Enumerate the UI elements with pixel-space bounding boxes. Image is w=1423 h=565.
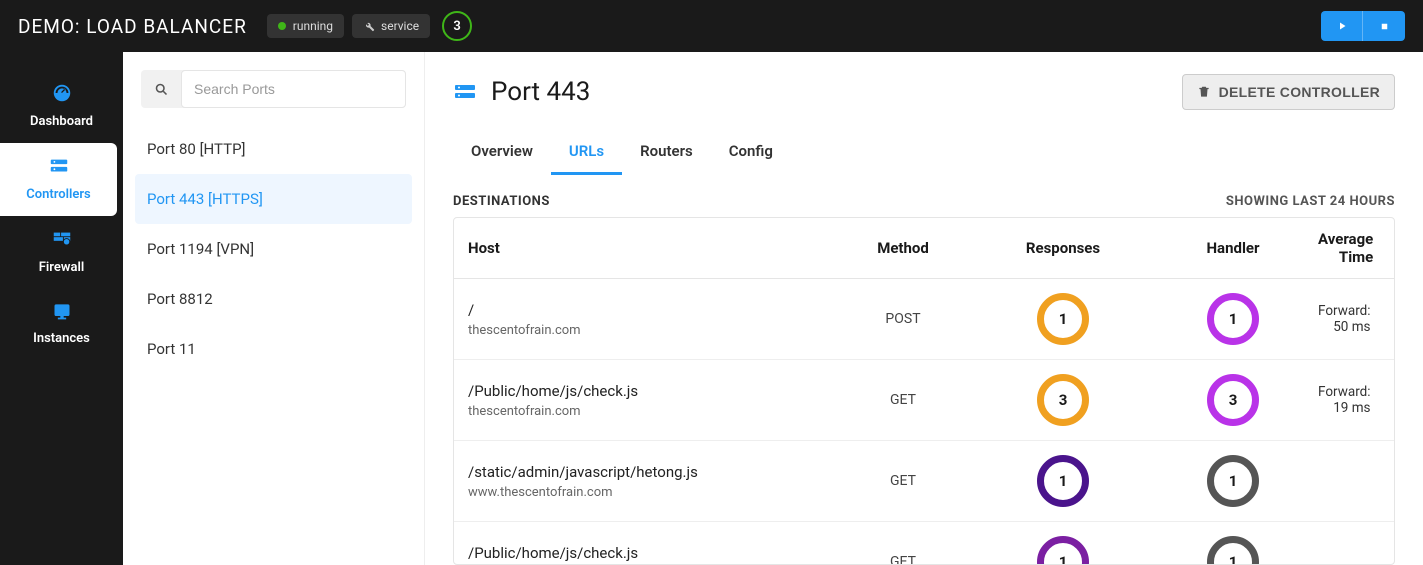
cell-method: GET — [828, 392, 978, 408]
service-badge[interactable]: service — [352, 14, 430, 38]
page-title-text: Port 443 — [491, 77, 590, 107]
cell-host: /Public/home/js/check.jswww.thescentofra… — [468, 544, 828, 565]
sidebar-item-label: Controllers — [26, 187, 90, 202]
responses-ring: 1 — [1037, 455, 1089, 507]
col-avg-time: Average Time — [1318, 230, 1383, 266]
play-icon — [1336, 20, 1348, 32]
cell-host: / thescentofrain.com — [468, 301, 828, 338]
dashboard-icon — [51, 82, 73, 108]
table-meta: DESTINATIONS SHOWING LAST 24 HOURS — [453, 194, 1395, 209]
main-panel: Port 443 DELETE CONTROLLER Overview URLs… — [425, 52, 1423, 565]
cell-host: /Public/home/js/check.js thescentofrain.c… — [468, 382, 828, 419]
port-item[interactable]: Port 1194 [VPN] — [135, 224, 412, 274]
server-icon — [453, 80, 477, 104]
app-title: DEMO: LOAD BALANCER — [18, 15, 247, 38]
controllers-icon — [48, 155, 70, 181]
main-header: Port 443 DELETE CONTROLLER — [453, 74, 1395, 110]
search-input[interactable] — [181, 70, 406, 108]
port-item[interactable]: Port 11 — [135, 324, 412, 374]
cell-avg-time: Forward: 19 ms — [1318, 384, 1381, 416]
request-path: /Public/home/js/check.js — [468, 544, 828, 562]
cell-handler: 1 — [1148, 455, 1318, 507]
tab-urls[interactable]: URLs — [551, 132, 622, 175]
port-item[interactable]: Port 80 [HTTP] — [135, 124, 412, 174]
cell-responses: 1 — [978, 455, 1148, 507]
app-header: DEMO: LOAD BALANCER running service 3 — [0, 0, 1423, 52]
request-path: /static/admin/javascript/hetong.js — [468, 463, 828, 481]
table-row[interactable]: /static/admin/javascript/hetong.js www.th… — [454, 441, 1394, 522]
status-label: running — [293, 19, 333, 33]
table-row[interactable]: /Public/home/js/check.jswww.thescentofra… — [454, 522, 1394, 565]
cell-handler: 1 — [1148, 293, 1318, 345]
delete-controller-label: DELETE CONTROLLER — [1219, 84, 1380, 100]
cell-handler: 3 — [1148, 374, 1318, 426]
table-row[interactable]: /Public/home/js/check.js thescentofrain.c… — [454, 360, 1394, 441]
cell-method: GET — [828, 554, 978, 565]
stop-icon — [1379, 21, 1390, 32]
handler-ring: 1 — [1207, 455, 1259, 507]
page-title: Port 443 — [453, 77, 590, 107]
service-label: service — [381, 19, 419, 33]
cell-method: POST — [828, 311, 978, 327]
col-handler: Handler — [1148, 239, 1318, 257]
play-button[interactable] — [1321, 11, 1363, 41]
cell-responses: 3 — [978, 374, 1148, 426]
instance-count: 3 — [453, 19, 460, 34]
sidebar-item-label: Firewall — [39, 260, 84, 275]
handler-ring: 1 — [1207, 536, 1259, 565]
search-ports — [141, 70, 406, 108]
stop-button[interactable] — [1363, 11, 1405, 41]
sidebar-item-label: Dashboard — [30, 114, 93, 129]
request-host: thescentofrain.com — [468, 323, 828, 338]
port-item[interactable]: Port 8812 — [135, 274, 412, 324]
tab-config[interactable]: Config — [711, 132, 791, 175]
sidebar-item-controllers[interactable]: Controllers — [0, 143, 117, 216]
time-window-label: SHOWING LAST 24 HOURS — [1226, 194, 1395, 209]
status-badge-running[interactable]: running — [267, 14, 344, 38]
instance-count-badge[interactable]: 3 — [442, 11, 472, 41]
search-icon — [141, 70, 181, 108]
cell-handler: 1 — [1148, 536, 1318, 565]
sidebar-item-dashboard[interactable]: Dashboard — [0, 70, 123, 143]
tab-overview[interactable]: Overview — [453, 132, 551, 175]
port-item[interactable]: Port 443 [HTTPS] — [135, 174, 412, 224]
status-dot-icon — [278, 22, 286, 30]
col-host: Host — [468, 239, 828, 257]
cell-avg-time: Forward: 50 ms — [1318, 303, 1381, 335]
cell-method: GET — [828, 473, 978, 489]
table-header: Host Method Responses Handler Average Ti… — [454, 218, 1394, 279]
cell-responses: 1 — [978, 293, 1148, 345]
sidebar-item-firewall[interactable]: Firewall — [0, 216, 123, 289]
trash-icon — [1197, 85, 1211, 99]
cell-host: /static/admin/javascript/hetong.js www.th… — [468, 463, 828, 500]
ports-panel: Port 80 [HTTP] Port 443 [HTTPS] Port 119… — [123, 52, 425, 565]
wrench-icon — [363, 20, 375, 32]
responses-ring: 1 — [1037, 293, 1089, 345]
port-list: Port 80 [HTTP] Port 443 [HTTPS] Port 119… — [135, 124, 412, 374]
handler-ring: 1 — [1207, 293, 1259, 345]
instances-icon — [52, 301, 72, 325]
firewall-icon — [51, 228, 73, 254]
request-host: www.thescentofrain.com — [468, 485, 828, 500]
table-row[interactable]: / thescentofrain.comPOST 1 1 Forward: 50 ms — [454, 279, 1394, 360]
tabs: Overview URLs Routers Config — [453, 132, 1395, 176]
tab-routers[interactable]: Routers — [622, 132, 711, 175]
section-label: DESTINATIONS — [453, 194, 550, 209]
cell-responses: 1 — [978, 536, 1148, 565]
destinations-table: Host Method Responses Handler Average Ti… — [453, 217, 1395, 565]
sidebar-item-label: Instances — [33, 331, 90, 346]
request-host: thescentofrain.com — [468, 404, 828, 419]
handler-ring: 3 — [1207, 374, 1259, 426]
delete-controller-button[interactable]: DELETE CONTROLLER — [1182, 74, 1395, 110]
responses-ring: 1 — [1037, 536, 1089, 565]
header-controls — [1321, 11, 1405, 41]
col-method: Method — [828, 239, 978, 257]
nav-sidebar: Dashboard Controllers Firewall Instances — [0, 52, 123, 565]
sidebar-item-instances[interactable]: Instances — [0, 289, 123, 360]
request-path: /Public/home/js/check.js — [468, 382, 828, 400]
col-responses: Responses — [978, 239, 1148, 257]
request-path: / — [468, 301, 828, 319]
responses-ring: 3 — [1037, 374, 1089, 426]
